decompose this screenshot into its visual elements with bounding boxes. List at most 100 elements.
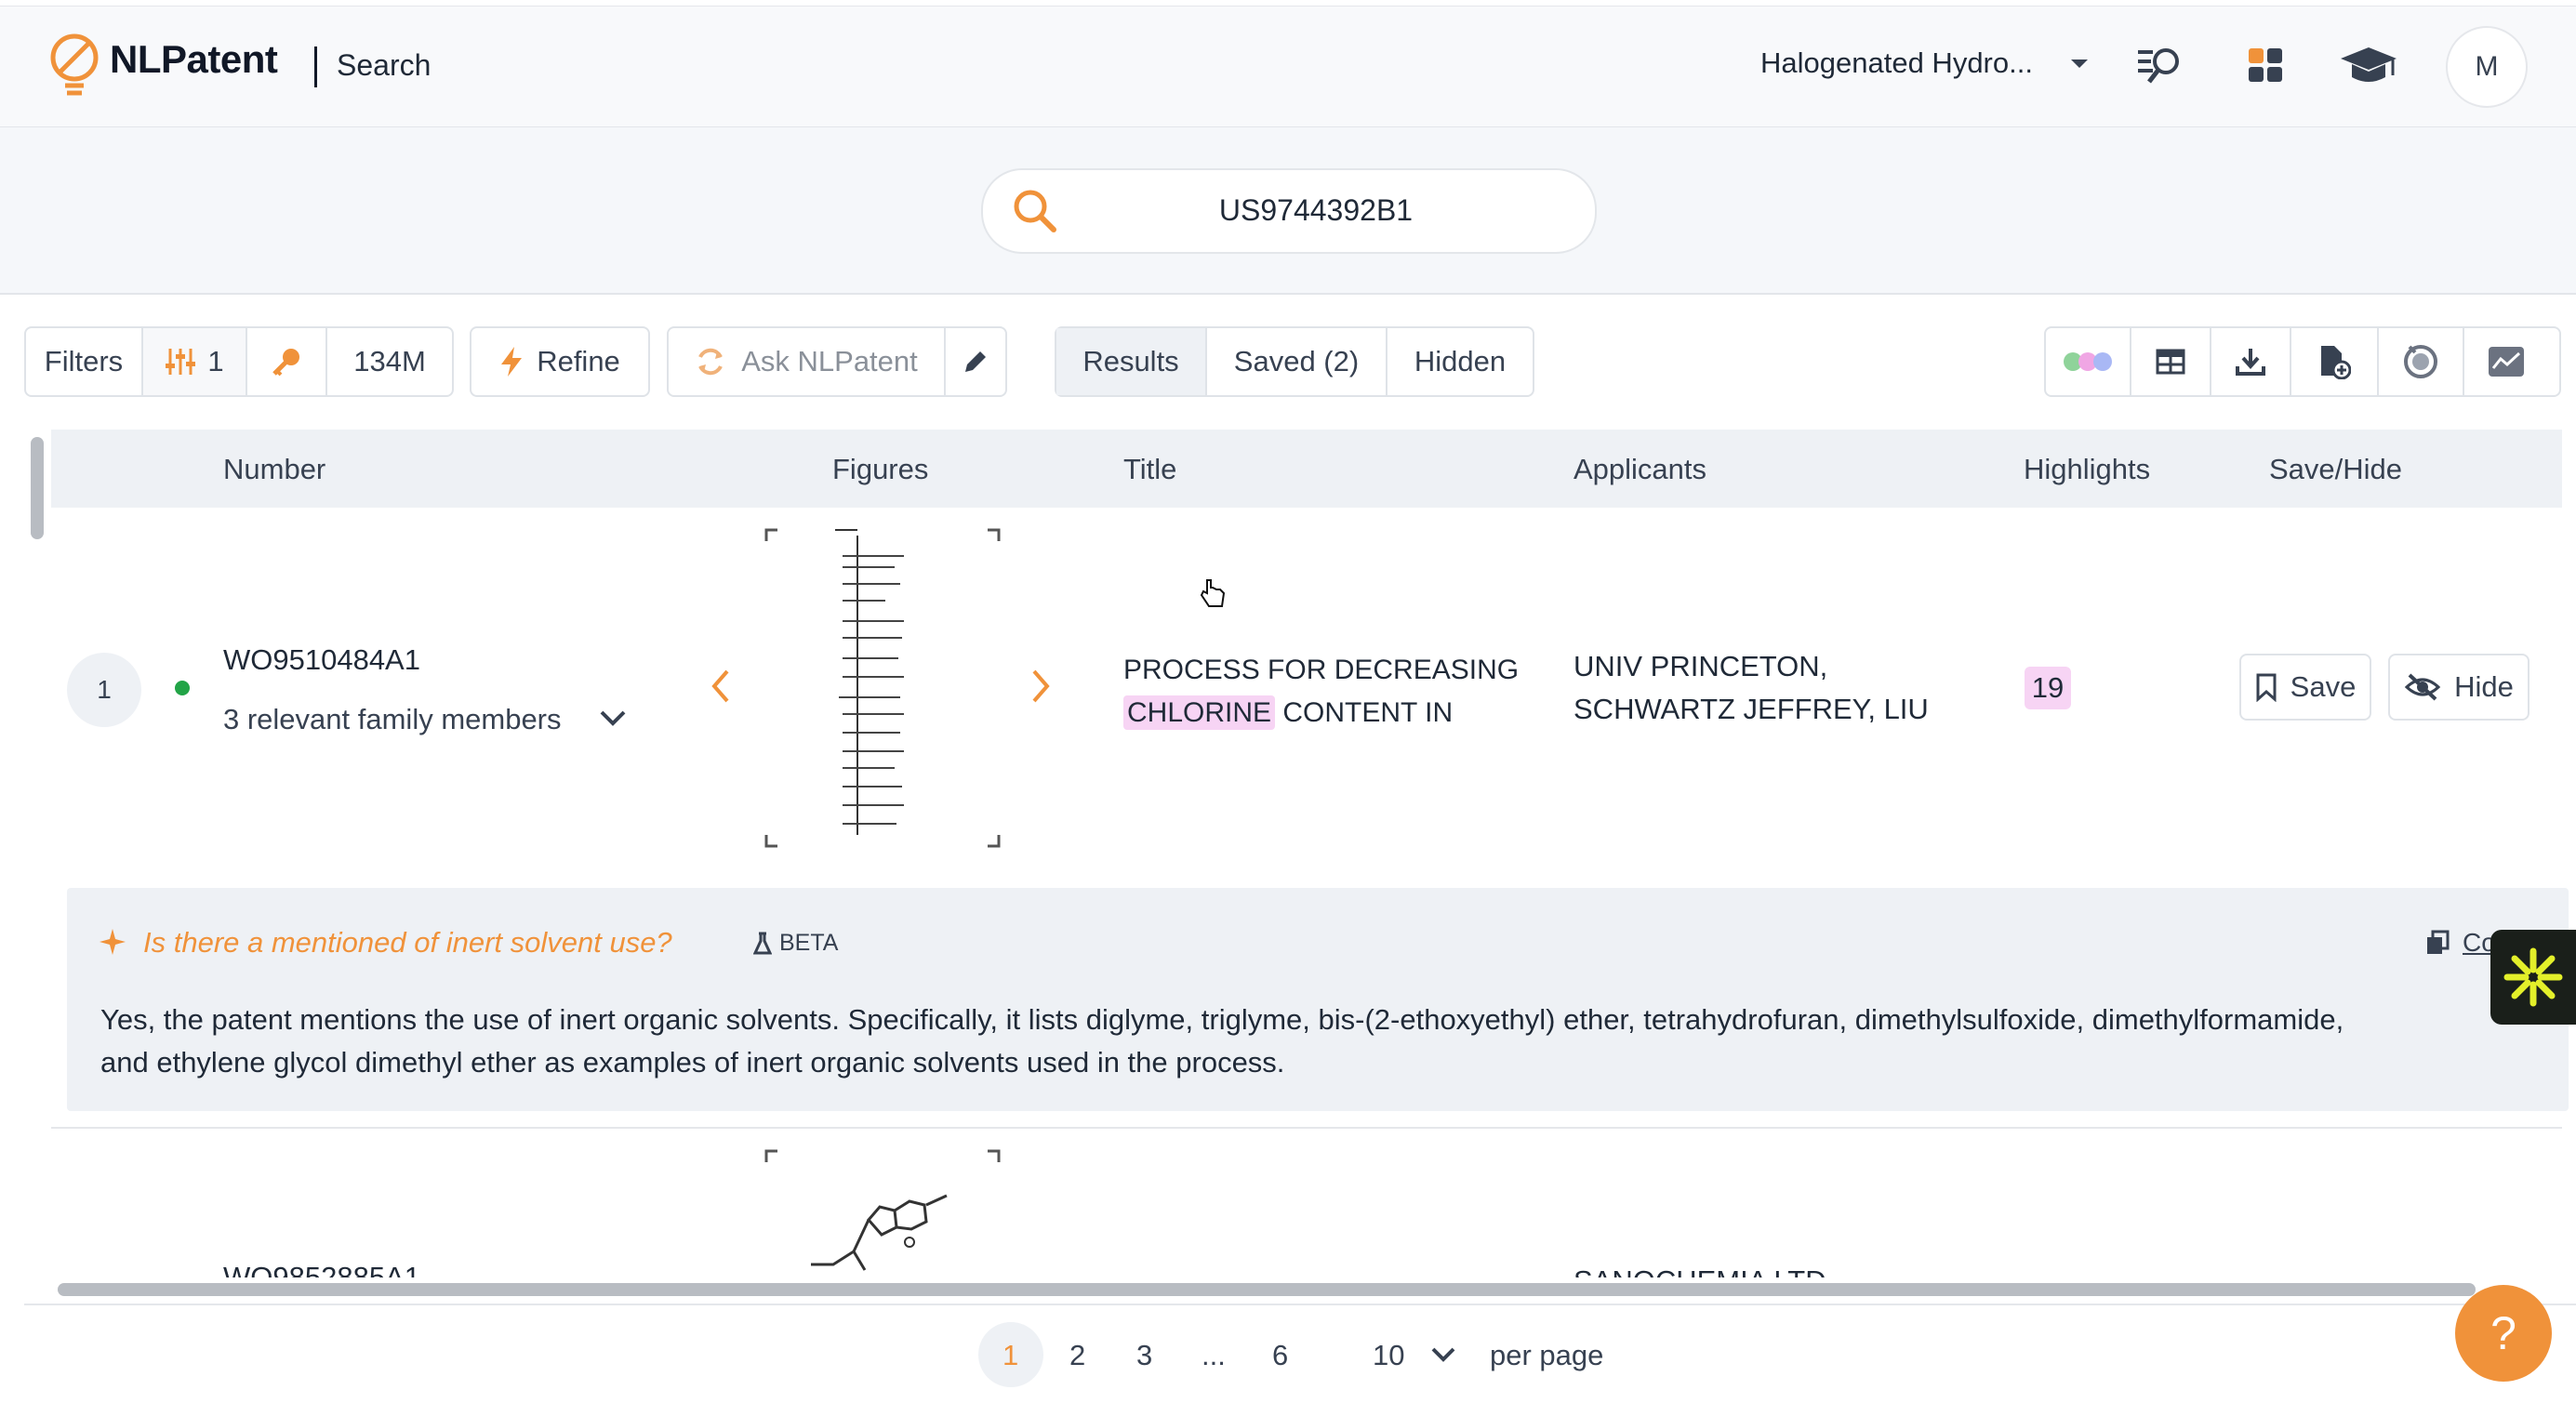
- column-save-hide[interactable]: Save/Hide: [2269, 453, 2402, 486]
- column-highlights[interactable]: Highlights: [2024, 453, 2150, 486]
- beta-badge: BETA: [779, 930, 839, 956]
- vertical-scrollbar[interactable]: [31, 437, 44, 539]
- ai-question: Is there a mentioned of inert solvent us…: [143, 926, 672, 959]
- chart-line-icon: [2489, 347, 2524, 377]
- highlights-badge[interactable]: 19: [2025, 667, 2071, 709]
- page-3[interactable]: 3: [1136, 1339, 1152, 1372]
- caret-down-icon[interactable]: [2069, 58, 2090, 75]
- applicants-cell-2: SANOCHEMIA LTD: [1573, 1264, 1826, 1277]
- eye-slash-icon: [2404, 673, 2441, 701]
- per-page-label: per page: [1490, 1339, 1604, 1371]
- lightning-icon: [501, 347, 523, 377]
- download-button[interactable]: [2211, 328, 2291, 395]
- patent-figure-thumbnail[interactable]: [764, 528, 1001, 848]
- filter-count: 1: [207, 345, 224, 377]
- view-tools: [2044, 326, 2561, 397]
- save-button[interactable]: Save: [2239, 654, 2371, 721]
- user-avatar[interactable]: M: [2446, 26, 2528, 108]
- table-header: [51, 430, 2562, 508]
- column-figures[interactable]: Figures: [832, 453, 928, 486]
- next-figure-icon[interactable]: [1029, 668, 1053, 709]
- patent-title: PROCESS FOR DECREASING CHLORINE CONTENT …: [1123, 649, 1519, 735]
- brand-divider: [314, 46, 317, 87]
- ai-answer-line-1: Yes, the patent mentions the use of iner…: [100, 1003, 2344, 1036]
- title-highlight: CHLORINE: [1123, 695, 1276, 730]
- ask-nlpatent-button[interactable]: Ask NLPatent: [669, 328, 946, 395]
- pencil-icon: [965, 351, 986, 372]
- window-top-edge: [0, 0, 2576, 7]
- table-icon: [2156, 349, 2185, 375]
- bookmark-icon: [2256, 673, 2277, 702]
- patent-number-link[interactable]: WO9510484A1: [223, 643, 420, 677]
- corpus-size-button[interactable]: 134M: [327, 328, 452, 395]
- tab-saved[interactable]: Saved (2): [1207, 328, 1388, 395]
- applicants-cell: UNIV PRINCETON, SCHWARTZ JEFFREY, LIU: [1573, 645, 1929, 731]
- tab-results[interactable]: Results: [1056, 328, 1207, 395]
- row-index: 1: [67, 653, 141, 727]
- ask-group: Ask NLPatent: [667, 326, 1007, 397]
- tab-hidden[interactable]: Hidden: [1388, 328, 1533, 395]
- assistant-widget[interactable]: [2490, 930, 2576, 1025]
- title-line-2: CHLORINE CONTENT IN: [1123, 692, 1519, 735]
- chevron-down-icon[interactable]: [1430, 1346, 1456, 1368]
- chevron-down-icon[interactable]: [599, 708, 627, 732]
- sparkle-icon: [99, 928, 126, 960]
- applicants-line-1: UNIV PRINCETON,: [1573, 650, 1828, 682]
- filter-count-button[interactable]: 1: [143, 328, 247, 395]
- patent-figure-thumbnail-2[interactable]: [764, 1149, 1001, 1279]
- search-icon: [1012, 188, 1058, 239]
- status-dot: [175, 681, 190, 695]
- color-legend-button[interactable]: [2046, 328, 2131, 395]
- save-label: Save: [2290, 670, 2357, 703]
- search-query[interactable]: US9744392B1: [1102, 193, 1530, 228]
- section-name: Search: [337, 48, 432, 82]
- copy-icon[interactable]: [2425, 930, 2450, 960]
- hide-button[interactable]: Hide: [2388, 654, 2530, 721]
- page-2[interactable]: 2: [1069, 1339, 1085, 1372]
- ai-answer-text: Yes, the patent mentions the use of iner…: [100, 999, 2502, 1084]
- filters-button[interactable]: Filters: [26, 328, 143, 395]
- history-button[interactable]: [2379, 328, 2464, 395]
- refresh-icon: [698, 348, 724, 376]
- colored-circles-icon: [2064, 352, 2112, 371]
- analytics-button[interactable]: [2464, 328, 2548, 395]
- family-members-toggle[interactable]: 3 relevant family members: [223, 703, 562, 736]
- title-line-1: PROCESS FOR DECREASING: [1123, 655, 1520, 685]
- applicants-line-2: SCHWARTZ JEFFREY, LIU: [1573, 693, 1929, 725]
- hand-cursor-icon: [1198, 576, 1228, 615]
- column-title[interactable]: Title: [1123, 453, 1176, 486]
- search-history-icon[interactable]: [2135, 43, 2187, 87]
- per-page-select[interactable]: 10: [1373, 1339, 1404, 1372]
- nlpatent-logo-icon[interactable]: [48, 30, 106, 100]
- apps-grid-icon[interactable]: [2245, 45, 2286, 86]
- download-icon: [2236, 349, 2265, 376]
- help-button[interactable]: ?: [2455, 1285, 2552, 1382]
- column-number[interactable]: Number: [223, 453, 325, 486]
- key-button[interactable]: [247, 328, 327, 395]
- column-applicants[interactable]: Applicants: [1573, 453, 1706, 486]
- brand-name[interactable]: NLPatent: [110, 37, 278, 82]
- page-6[interactable]: 6: [1272, 1339, 1288, 1372]
- sliders-icon: [166, 349, 196, 375]
- refine-label: Refine: [537, 345, 620, 377]
- key-icon: [272, 349, 299, 377]
- page-1[interactable]: 1: [1003, 1339, 1018, 1372]
- page-ellipsis: ...: [1202, 1339, 1226, 1371]
- edit-button[interactable]: [946, 328, 1005, 395]
- ai-answer-line-2: and ethylene glycol dimethyl ether as ex…: [100, 1046, 1285, 1079]
- add-document-button[interactable]: [2291, 328, 2379, 395]
- horizontal-scrollbar[interactable]: [58, 1283, 2476, 1296]
- hide-label: Hide: [2454, 670, 2514, 703]
- project-selector[interactable]: Halogenated Hydro...: [1760, 46, 2033, 80]
- table-view-button[interactable]: [2131, 328, 2211, 395]
- filters-group: Filters 1 134M: [24, 326, 454, 397]
- prev-figure-icon[interactable]: [709, 668, 733, 709]
- title-rest: CONTENT IN: [1282, 697, 1454, 728]
- flask-icon: [752, 932, 773, 960]
- graduation-cap-icon[interactable]: [2338, 43, 2399, 89]
- table-bottom-border: [24, 1304, 2576, 1305]
- refine-button[interactable]: Refine: [470, 326, 650, 397]
- dial-icon: [2404, 345, 2437, 378]
- row-divider: [51, 1127, 2562, 1129]
- patent-number-link-2[interactable]: WO9852885A1: [223, 1261, 420, 1277]
